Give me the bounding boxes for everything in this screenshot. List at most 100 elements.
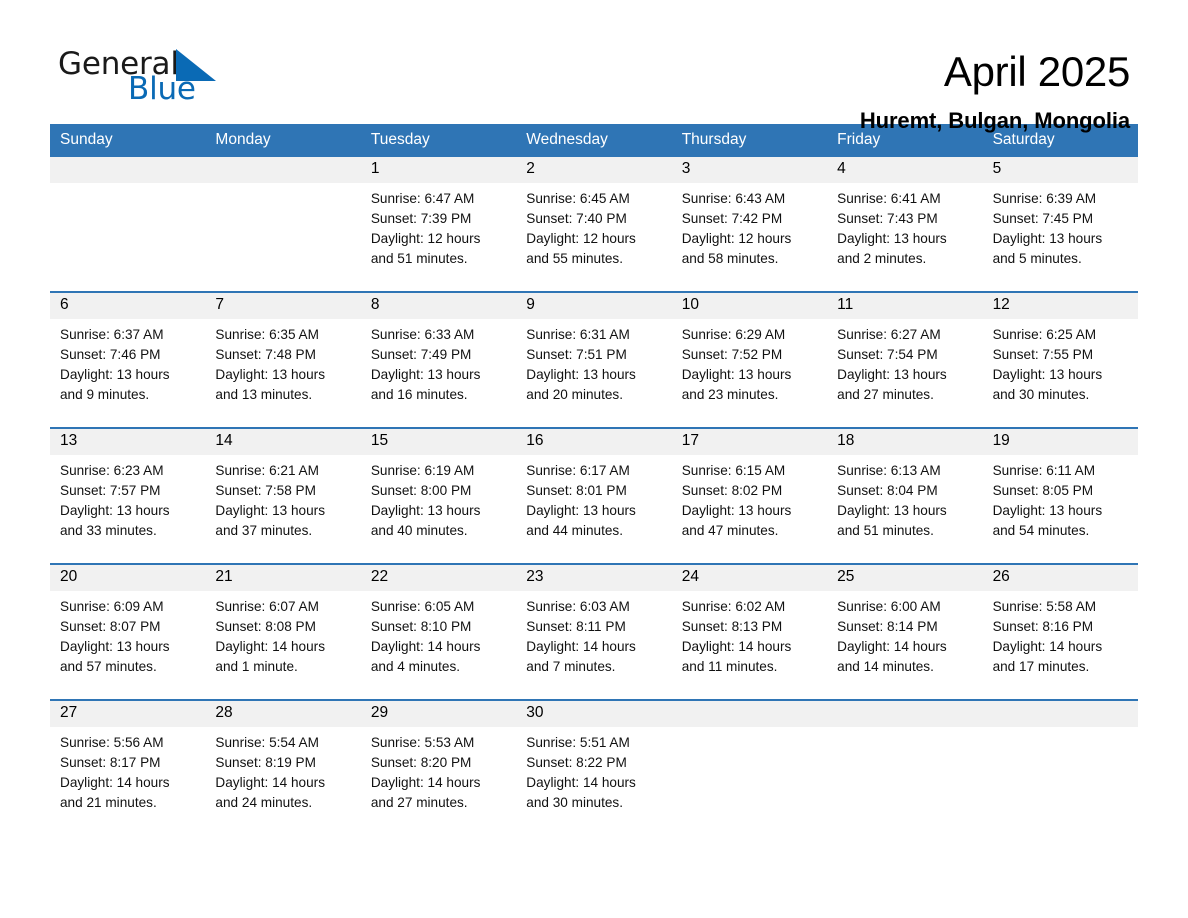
- triangle-icon: [175, 49, 216, 81]
- day-details: Sunrise: 6:33 AM Sunset: 7:49 PM Daylight:…: [361, 319, 516, 406]
- daylight-line2-text: and 27 minutes.: [370, 795, 468, 811]
- day-number: [671, 700, 828, 727]
- daylight-line2-text: and 4 minutes.: [370, 659, 461, 675]
- daylight-line2-text: and 14 minutes.: [837, 659, 934, 675]
- day-number: 5: [982, 156, 1138, 183]
- sunrise-text: Sunrise: 5:58 AM: [992, 598, 1097, 614]
- day-cell[interactable]: 3 Sunrise: 6:43 AM Sunset: 7:42 PM Daylight…: [671, 156, 828, 291]
- sunset-text: Sunset: 8:10 PM: [370, 618, 472, 634]
- daylight-line2-text: and 30 minutes.: [992, 387, 1090, 403]
- day-cell[interactable]: 10 Sunrise: 6:29 AM Sunset: 7:52 PM Dayligh…: [671, 292, 828, 427]
- day-cell[interactable]: 27 Sunrise: 5:56 AM Sunset: 8:17 PM Dayligh…: [50, 700, 206, 835]
- day-cell[interactable]: 6 Sunrise: 6:37 AM Sunset: 7:46 PM Daylight…: [50, 292, 206, 427]
- sunrise-text: Sunrise: 6:39 AM: [992, 190, 1097, 206]
- day-cell[interactable]: 22 Sunrise: 6:05 AM Sunset: 8:10 PM Dayligh…: [360, 564, 517, 699]
- sunset-text: Sunset: 8:11 PM: [526, 618, 626, 634]
- day-cell[interactable]: 17 Sunrise: 6:15 AM Sunset: 8:02 PM Dayligh…: [671, 428, 828, 563]
- day-number: 7: [205, 292, 361, 319]
- day-number: 1: [360, 156, 517, 183]
- day-details: Sunrise: 6:37 AM Sunset: 7:46 PM Daylight:…: [50, 319, 205, 406]
- day-number: 29: [360, 700, 517, 727]
- day-cell[interactable]: 2 Sunrise: 6:45 AM Sunset: 7:40 PM Daylight…: [516, 156, 672, 291]
- sunset-text: Sunset: 7:45 PM: [992, 210, 1094, 226]
- day-cell[interactable]: 20 Sunrise: 6:09 AM Sunset: 8:07 PM Dayligh…: [50, 564, 206, 699]
- day-cell[interactable]: 8 Sunrise: 6:33 AM Sunset: 7:49 PM Daylight…: [360, 292, 517, 427]
- sunrise-text: Sunrise: 6:47 AM: [370, 190, 475, 206]
- day-cell[interactable]: 28 Sunrise: 5:54 AM Sunset: 8:19 PM Dayligh…: [205, 700, 361, 835]
- day-cell[interactable]: 25 Sunrise: 6:00 AM Sunset: 8:14 PM Dayligh…: [827, 564, 983, 699]
- day-cell[interactable]: 21 Sunrise: 6:07 AM Sunset: 8:08 PM Dayligh…: [205, 564, 361, 699]
- brand-logo[interactable]: General Blue: [58, 48, 258, 118]
- week-row: 13 Sunrise: 6:23 AM Sunset: 7:57 PM Dayligh…: [50, 426, 1138, 563]
- day-details: Sunrise: 5:53 AM Sunset: 8:20 PM Daylight:…: [361, 727, 516, 814]
- daylight-line2-text: and 13 minutes.: [215, 387, 313, 403]
- day-details: Sunrise: 5:54 AM Sunset: 8:19 PM Daylight:…: [205, 727, 360, 814]
- daylight-line2-text: and 9 minutes.: [60, 387, 150, 403]
- day-details: Sunrise: 6:31 AM Sunset: 7:51 PM Daylight:…: [516, 319, 671, 406]
- daylight-line1-text: Daylight: 13 hours: [60, 502, 170, 518]
- day-number: 6: [50, 292, 206, 319]
- sunrise-text: Sunrise: 6:25 AM: [992, 326, 1097, 342]
- day-number: 30: [516, 700, 672, 727]
- day-number: 18: [827, 428, 983, 455]
- daylight-line1-text: Daylight: 13 hours: [526, 366, 636, 382]
- sunrise-text: Sunrise: 6:21 AM: [215, 462, 319, 478]
- daylight-line1-text: Daylight: 14 hours: [215, 638, 325, 654]
- day-number: 20: [50, 564, 206, 591]
- sunrise-text: Sunrise: 6:45 AM: [526, 190, 630, 206]
- day-cell[interactable]: 26 Sunrise: 5:58 AM Sunset: 8:16 PM Dayligh…: [982, 564, 1138, 699]
- daylight-line2-text: and 37 minutes.: [215, 523, 313, 539]
- day-cell[interactable]: 7 Sunrise: 6:35 AM Sunset: 7:48 PM Daylight…: [205, 292, 361, 427]
- day-number: 3: [671, 156, 828, 183]
- day-number: 13: [50, 428, 206, 455]
- daylight-line1-text: Daylight: 13 hours: [60, 366, 170, 382]
- day-cell-empty: [671, 700, 828, 835]
- daylight-line1-text: Daylight: 13 hours: [837, 502, 947, 518]
- daylight-line2-text: and 21 minutes.: [60, 795, 157, 811]
- day-cell[interactable]: 14 Sunrise: 6:21 AM Sunset: 7:58 PM Dayligh…: [205, 428, 361, 563]
- day-cell-empty: [50, 156, 206, 291]
- weekday-header-thursday: Thursday: [681, 131, 747, 148]
- day-cell[interactable]: 11 Sunrise: 6:27 AM Sunset: 7:54 PM Dayligh…: [827, 292, 983, 427]
- weekday-header-saturday: Saturday: [992, 131, 1055, 148]
- day-cell[interactable]: 13 Sunrise: 6:23 AM Sunset: 7:57 PM Dayligh…: [50, 428, 206, 563]
- daylight-line2-text: and 57 minutes.: [60, 659, 157, 675]
- day-cell[interactable]: 12 Sunrise: 6:25 AM Sunset: 7:55 PM Dayligh…: [982, 292, 1138, 427]
- day-cell[interactable]: 4 Sunrise: 6:41 AM Sunset: 7:43 PM Daylight…: [827, 156, 983, 291]
- sunrise-text: Sunrise: 6:31 AM: [526, 326, 630, 342]
- daylight-line1-text: Daylight: 14 hours: [992, 638, 1103, 654]
- day-cell[interactable]: 19 Sunrise: 6:11 AM Sunset: 8:05 PM Dayligh…: [982, 428, 1138, 563]
- day-details: Sunrise: 6:11 AM Sunset: 8:05 PM Daylight:…: [983, 455, 1138, 542]
- day-cell[interactable]: 9 Sunrise: 6:31 AM Sunset: 7:51 PM Daylight…: [516, 292, 672, 427]
- day-cell[interactable]: 24 Sunrise: 6:02 AM Sunset: 8:13 PM Dayligh…: [671, 564, 828, 699]
- calendar-weeks: 1 Sunrise: 6:47 AM Sunset: 7:39 PM Daylight…: [50, 156, 1138, 835]
- daylight-line1-text: Daylight: 14 hours: [837, 638, 947, 654]
- day-number: 16: [516, 428, 672, 455]
- weekday-header-monday: Monday: [215, 131, 271, 148]
- daylight-line2-text: and 24 minutes.: [215, 795, 313, 811]
- day-cell[interactable]: 16 Sunrise: 6:17 AM Sunset: 8:01 PM Dayligh…: [516, 428, 672, 563]
- day-number: 27: [50, 700, 206, 727]
- day-number: [827, 700, 983, 727]
- sunrise-text: Sunrise: 6:43 AM: [681, 190, 786, 206]
- sunrise-text: Sunrise: 5:54 AM: [215, 734, 319, 750]
- day-cell[interactable]: 23 Sunrise: 6:03 AM Sunset: 8:11 PM Dayligh…: [516, 564, 672, 699]
- day-cell[interactable]: 30 Sunrise: 5:51 AM Sunset: 8:22 PM Dayligh…: [516, 700, 672, 835]
- calendar-page: General Blue April 2025 Huremt, Bulgan, …: [0, 0, 1188, 918]
- day-cell[interactable]: 29 Sunrise: 5:53 AM Sunset: 8:20 PM Dayligh…: [360, 700, 517, 835]
- day-number: 11: [827, 292, 983, 319]
- daylight-line2-text: and 20 minutes.: [526, 387, 624, 403]
- daylight-line2-text: and 47 minutes.: [681, 523, 779, 539]
- day-cell[interactable]: 15 Sunrise: 6:19 AM Sunset: 8:00 PM Dayligh…: [360, 428, 517, 563]
- day-details: Sunrise: 6:03 AM Sunset: 8:11 PM Daylight:…: [516, 591, 671, 678]
- day-cell[interactable]: 18 Sunrise: 6:13 AM Sunset: 8:04 PM Dayligh…: [827, 428, 983, 563]
- daylight-line1-text: Daylight: 14 hours: [60, 774, 170, 790]
- sunset-text: Sunset: 7:40 PM: [526, 210, 627, 226]
- daylight-line1-text: Daylight: 13 hours: [992, 366, 1103, 382]
- day-details: Sunrise: 5:58 AM Sunset: 8:16 PM Daylight:…: [983, 591, 1138, 678]
- day-cell[interactable]: 1 Sunrise: 6:47 AM Sunset: 7:39 PM Daylight…: [360, 156, 517, 291]
- day-cell[interactable]: 5 Sunrise: 6:39 AM Sunset: 7:45 PM Daylight…: [982, 156, 1138, 291]
- sunset-text: Sunset: 7:58 PM: [215, 482, 316, 498]
- sunrise-text: Sunrise: 6:02 AM: [681, 598, 786, 614]
- day-details: Sunrise: 6:00 AM Sunset: 8:14 PM Daylight:…: [827, 591, 982, 678]
